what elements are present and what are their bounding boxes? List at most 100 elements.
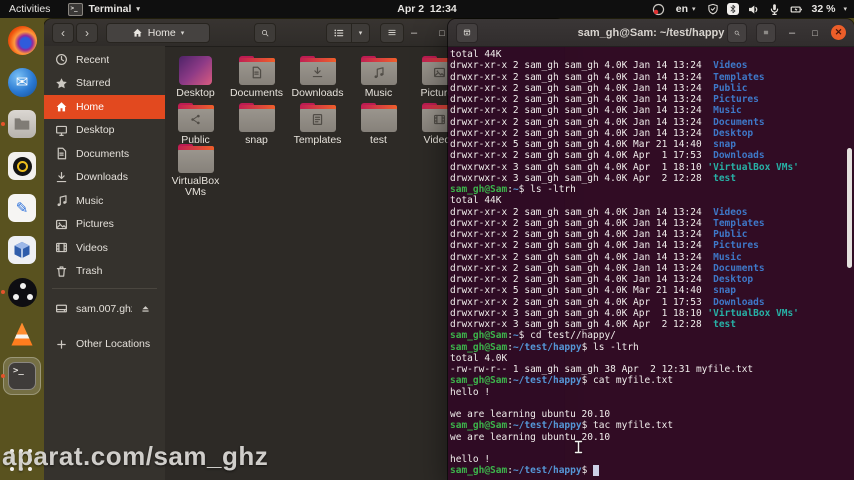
back-button[interactable]: ‹ bbox=[52, 22, 74, 43]
dock-item-virtualbox[interactable] bbox=[3, 231, 41, 269]
file-item-label: Downloads bbox=[291, 87, 344, 99]
file-item-desktop[interactable]: Desktop bbox=[165, 54, 226, 101]
folder-icon bbox=[238, 56, 275, 85]
clock-button[interactable]: Apr 2 12:34 bbox=[397, 3, 457, 15]
dock-item-libreoffice-writer[interactable]: ✎ bbox=[3, 189, 41, 227]
sidebar-item-documents[interactable]: Documents bbox=[44, 142, 165, 166]
view-mode-button[interactable] bbox=[326, 22, 352, 43]
eject-button-icon[interactable] bbox=[140, 303, 151, 314]
terminal-line: drwxrwxr-x 3 sam_gh sam_gh 4.0K Apr 2 12… bbox=[450, 172, 736, 184]
search-button[interactable] bbox=[254, 22, 276, 43]
sidebar-item-downloads[interactable]: Downloads bbox=[44, 166, 165, 190]
privacy-shield-icon bbox=[707, 3, 719, 15]
terminal-window: sam_gh@Sam: ~/test/happy – □ ✕ total 44K… bbox=[448, 19, 854, 480]
search-icon bbox=[261, 27, 269, 39]
dock-item-obs-studio[interactable] bbox=[3, 273, 41, 311]
app-menu-label: Terminal bbox=[88, 3, 132, 15]
terminal-app-icon: >_ bbox=[68, 2, 84, 16]
terminal-line: total 4.0K bbox=[450, 352, 508, 364]
terminal-content[interactable]: total 44K drwxr-xr-x 2 sam_gh sam_gh 4.0K… bbox=[448, 46, 854, 480]
trash-icon bbox=[55, 265, 68, 278]
folder-icon bbox=[360, 56, 397, 85]
terminal-scrollbar[interactable] bbox=[847, 148, 852, 268]
minimize-button[interactable]: – bbox=[404, 23, 424, 43]
view-options-dropdown[interactable]: ▾ bbox=[352, 22, 370, 43]
doc-emblem-icon bbox=[250, 66, 263, 79]
screen-recorder-icon[interactable] bbox=[652, 3, 665, 16]
forward-button[interactable]: › bbox=[76, 22, 98, 43]
home-icon bbox=[55, 100, 68, 113]
template-emblem-icon bbox=[311, 113, 324, 126]
dock-item-firefox[interactable] bbox=[3, 21, 41, 59]
sidebar-item-label: Videos bbox=[76, 241, 108, 254]
dock-item-thunderbird[interactable]: ✉ bbox=[3, 63, 41, 101]
list-view-icon bbox=[333, 27, 345, 39]
hamburger-icon bbox=[387, 26, 397, 39]
file-item-test[interactable]: test bbox=[348, 101, 409, 148]
dock-item-vlc[interactable] bbox=[3, 315, 41, 353]
folder-icon bbox=[177, 144, 214, 173]
file-item-downloads[interactable]: Downloads bbox=[287, 54, 348, 101]
files-menu-button[interactable] bbox=[380, 22, 404, 43]
terminal-line: -rw-rw-r-- 1 sam_gh sam_gh 38 Apr 2 12:3… bbox=[450, 364, 754, 375]
file-item-snap[interactable]: snap bbox=[226, 101, 287, 148]
share-emblem-icon bbox=[189, 113, 202, 126]
sidebar-item-videos[interactable]: Videos bbox=[44, 236, 165, 260]
terminal-line: sam_gh@Sam:~$ cd test//happy/ bbox=[450, 330, 616, 342]
minimize-button[interactable]: – bbox=[785, 27, 799, 39]
file-item-label: VirtualBox VMs bbox=[171, 175, 220, 198]
sidebar-item-home[interactable]: Home bbox=[44, 95, 165, 119]
terminal-line: drwxr-xr-x 2 sam_gh sam_gh 4.0K Jan 14 1… bbox=[450, 127, 754, 139]
terminal-line: sam_gh@Sam:~/test/happy$ cat myfile.txt bbox=[450, 375, 674, 387]
file-item-public[interactable]: Public bbox=[165, 101, 226, 148]
sidebar-item-label: Home bbox=[76, 100, 105, 113]
terminal-line: drwxr-xr-x 2 sam_gh sam_gh 4.0K Apr 1 17… bbox=[450, 296, 765, 308]
dock-item-terminal[interactable]: >_ bbox=[3, 357, 41, 395]
file-item-templates[interactable]: Templates bbox=[287, 101, 348, 148]
file-item-virtualbox-vms[interactable]: VirtualBox VMs bbox=[165, 144, 226, 198]
maximize-button[interactable]: □ bbox=[808, 28, 822, 38]
folder-icon bbox=[299, 103, 336, 132]
system-tray[interactable]: 32 % ▾ bbox=[707, 3, 847, 16]
obs-studio-icon bbox=[7, 277, 37, 307]
terminal-line: drwxrwxr-x 3 sam_gh sam_gh 4.0K Apr 1 18… bbox=[450, 307, 799, 319]
app-menu-button[interactable]: >_ Terminal ▾ bbox=[68, 2, 140, 16]
terminal-menu-button[interactable] bbox=[756, 22, 776, 43]
sidebar-item-desktop[interactable]: Desktop bbox=[44, 119, 165, 143]
folder-icon bbox=[299, 56, 336, 85]
hamburger-icon bbox=[763, 26, 769, 39]
terminal-search-button[interactable] bbox=[727, 22, 747, 43]
camera-lens-icon bbox=[8, 152, 36, 180]
sidebar-item-music[interactable]: Music bbox=[44, 189, 165, 213]
terminal-line: total 44K bbox=[450, 195, 502, 207]
close-button[interactable]: ✕ bbox=[831, 25, 846, 40]
sidebar-item-starred[interactable]: Starred bbox=[44, 72, 165, 96]
dock-item-camera-lens-app[interactable] bbox=[3, 147, 41, 185]
sidebar-item-recent[interactable]: Recent bbox=[44, 48, 165, 72]
file-item-documents[interactable]: Documents bbox=[226, 54, 287, 101]
thunderbird-icon: ✉ bbox=[7, 67, 37, 97]
terminal-line: sam_gh@Sam:~$ ls -ltrh bbox=[450, 184, 576, 195]
home-icon bbox=[132, 27, 143, 38]
virtualbox-cube-icon bbox=[8, 236, 36, 264]
sidebar-item-sam-007-ghz[interactable]: sam.007.ghz… bbox=[44, 297, 165, 321]
path-button[interactable]: Home ▾ bbox=[106, 22, 210, 43]
dock-item-files[interactable] bbox=[3, 105, 41, 143]
microphone-icon bbox=[768, 3, 781, 16]
activities-button[interactable]: Activities bbox=[9, 3, 50, 15]
terminal-line: we are learning ubuntu 20.10 bbox=[450, 431, 611, 443]
watermark-text: aparat.com/sam_ghz bbox=[2, 441, 269, 471]
terminal-line: drwxr-xr-x 2 sam_gh sam_gh 4.0K Apr 1 17… bbox=[450, 150, 765, 162]
sidebar-item-label: Pictures bbox=[76, 218, 114, 231]
sidebar-item-trash[interactable]: Trash bbox=[44, 260, 165, 284]
terminal-line: sam_gh@Sam:~/test/happy$ ls -ltrh bbox=[450, 341, 639, 353]
sidebar-item-other-locations[interactable]: Other Locations bbox=[44, 333, 165, 357]
keyboard-layout-button[interactable]: en ▾ bbox=[676, 3, 696, 15]
terminal-line: drwxr-xr-x 2 sam_gh sam_gh 4.0K Jan 14 1… bbox=[450, 206, 748, 218]
file-item-music[interactable]: Music bbox=[348, 54, 409, 101]
chevron-down-icon: ▾ bbox=[180, 29, 185, 37]
folder-icon bbox=[177, 103, 214, 132]
terminal-line: drwxrwxr-x 3 sam_gh sam_gh 4.0K Apr 2 12… bbox=[450, 319, 736, 330]
clock-icon bbox=[55, 53, 68, 66]
sidebar-item-pictures[interactable]: Pictures bbox=[44, 213, 165, 237]
